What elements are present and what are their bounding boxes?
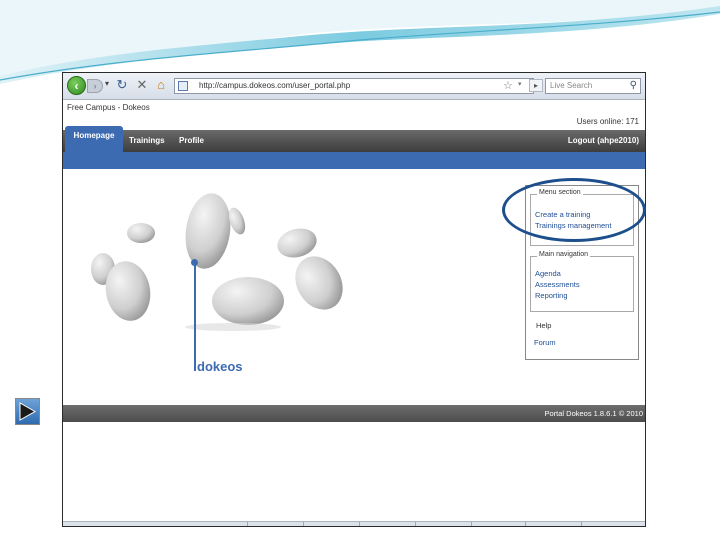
refresh-icon[interactable]: ↻ [115,77,129,93]
site-favicon-icon [178,81,188,91]
main-menu-bar: Homepage Trainings Profile Logout (ahpe2… [63,126,645,152]
play-triangle-icon [19,402,37,421]
slide-play-button[interactable] [15,398,40,425]
logo-dot [191,259,198,266]
status-divider [303,522,304,526]
history-dropdown-icon[interactable]: ▾ [105,79,109,88]
search-engine-icon[interactable]: ▸ [529,79,543,92]
assessments-link[interactable]: Assessments [535,280,580,289]
agenda-link[interactable]: Agenda [535,269,561,278]
home-icon[interactable]: ⌂ [154,77,168,93]
search-input[interactable]: Live Search ⚲ [545,78,641,94]
submenu-strip [63,152,645,169]
url-go-icon[interactable]: ▾ [518,80,522,88]
reporting-link[interactable]: Reporting [535,291,568,300]
bookmark-star-icon[interactable]: ☆ [503,79,513,92]
footer-text: Portal Dokeos 1.8.6.1 © 2010 [544,409,643,418]
users-online-count: Users online: 171 [576,117,639,126]
site-title: Free Campus - Dokeos [67,103,150,112]
main-navigation-legend: Main navigation [537,251,591,258]
main-navigation-box: Main navigation Agenda Assessments Repor… [530,251,634,312]
status-divider [415,522,416,526]
tab-homepage[interactable]: Homepage [65,126,123,152]
page-footer: Portal Dokeos 1.8.6.1 © 2010 [63,405,645,422]
search-placeholder: Live Search [550,81,593,90]
status-divider [471,522,472,526]
forward-button[interactable]: › [87,79,103,93]
back-arrow-icon: ‹ [74,78,79,93]
status-divider [359,522,360,526]
forward-arrow-icon: › [93,81,97,91]
address-bar[interactable]: http://campus.dokeos.com/user_portal.php [174,78,534,94]
stones-illustration [91,193,343,331]
tab-profile[interactable]: Profile [179,130,204,152]
magnifier-icon[interactable]: ⚲ [630,79,637,93]
help-title: Help [536,321,552,330]
browser-status-bar [63,521,645,526]
logo-line [194,263,196,371]
back-button[interactable]: ‹ [67,76,86,95]
logout-link[interactable]: Logout (ahpe2010) [568,130,639,152]
browser-screenshot: ‹ › ▾ ↻ ✕ ⌂ http://campus.dokeos.com/use… [62,72,646,527]
forum-link[interactable]: Forum [534,338,556,347]
url-text: http://campus.dokeos.com/user_portal.php [199,81,351,90]
dokeos-logo: dokeos [197,359,243,374]
status-divider [581,522,582,526]
highlight-annotation-oval [502,178,646,242]
tab-trainings[interactable]: Trainings [129,130,165,152]
status-divider [525,522,526,526]
stop-icon[interactable]: ✕ [135,77,149,93]
browser-toolbar: ‹ › ▾ ↻ ✕ ⌂ http://campus.dokeos.com/use… [63,73,645,100]
status-divider [247,522,248,526]
